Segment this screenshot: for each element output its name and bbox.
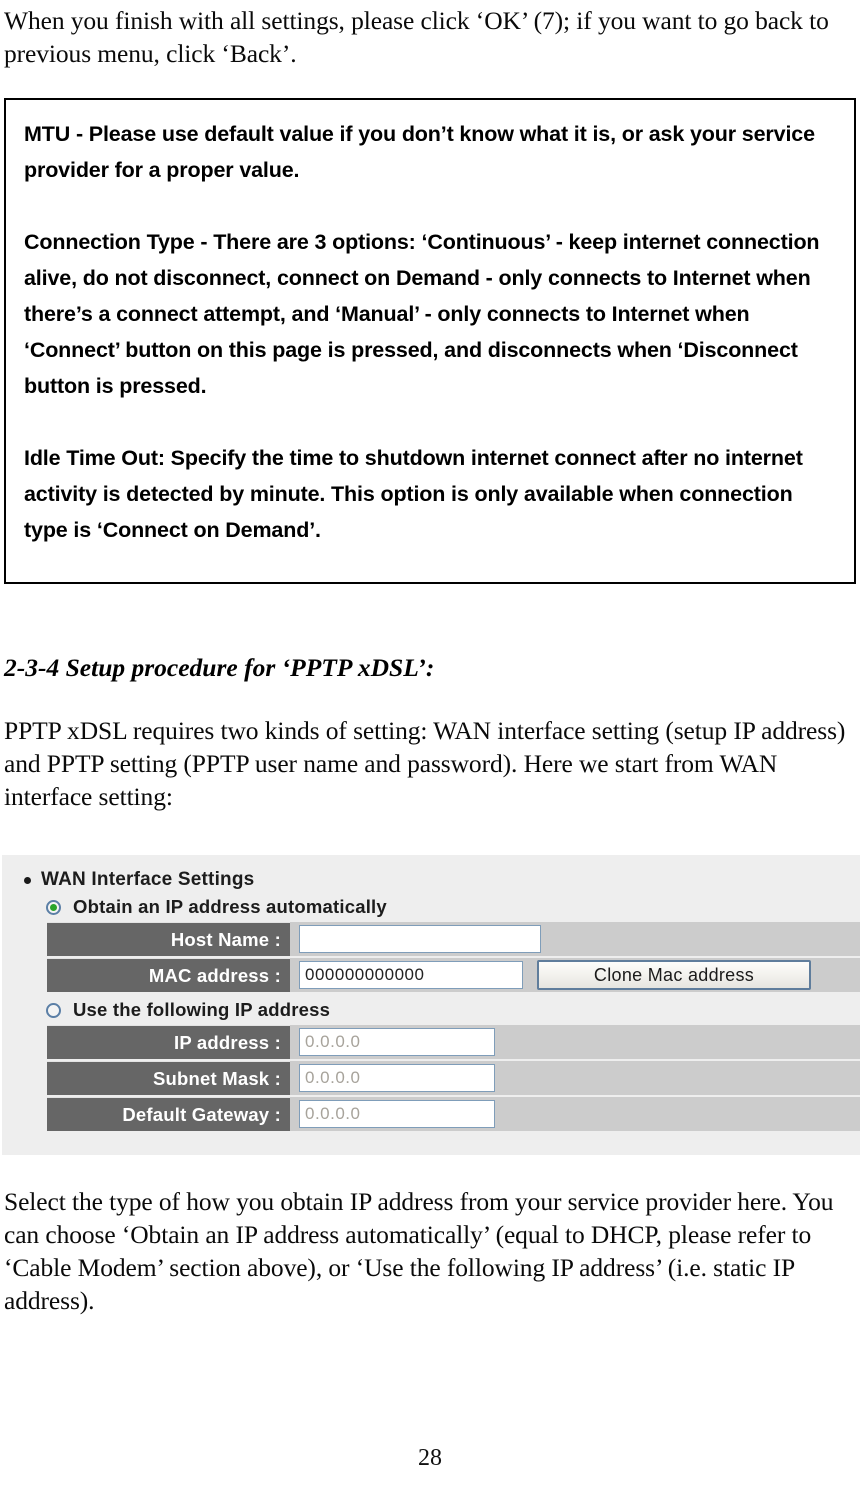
wan-interface-settings-title: WAN Interface Settings	[41, 869, 255, 890]
default-gateway-label: Default Gateway :	[47, 1097, 290, 1131]
note-gap-2	[24, 404, 836, 440]
section-heading: 2-3-4 Setup procedure for ‘PPTP xDSL’:	[4, 653, 435, 682]
table-row-default-gateway: Default Gateway : 0.0.0.0	[47, 1097, 860, 1133]
table-row-mac-address: MAC address : 000000000000 Clone Mac add…	[47, 958, 860, 994]
default-gateway-input[interactable]: 0.0.0.0	[299, 1100, 495, 1128]
bullet-icon	[24, 876, 31, 884]
subnet-mask-input[interactable]: 0.0.0.0	[299, 1064, 495, 1092]
radio-use-following-ip-label: Use the following IP address	[73, 999, 331, 1020]
note-mtu: MTU - Please use default value if you do…	[24, 122, 815, 182]
ip-address-field-cell: 0.0.0.0	[290, 1025, 860, 1059]
host-name-field-cell	[290, 922, 860, 956]
host-name-label: Host Name :	[47, 922, 290, 956]
radio-obtain-ip-automatically-label: Obtain an IP address automatically	[73, 896, 387, 917]
clone-mac-address-button[interactable]: Clone Mac address	[537, 960, 811, 990]
subnet-mask-field-cell: 0.0.0.0	[290, 1061, 860, 1095]
ip-address-label: IP address :	[47, 1025, 290, 1059]
closing-paragraph: Select the type of how you obtain IP add…	[4, 1187, 834, 1315]
document-page: When you finish with all settings, pleas…	[0, 0, 860, 1486]
mac-address-input[interactable]: 000000000000	[299, 961, 523, 989]
host-name-input[interactable]	[299, 925, 541, 953]
note-box: MTU - Please use default value if you do…	[4, 98, 856, 584]
radio-use-following-ip[interactable]: Use the following IP address	[2, 994, 860, 1025]
note-idle-time-out: Idle Time Out: Specify the time to shutd…	[24, 446, 803, 542]
note-connection-type: Connection Type - There are 3 options: ‘…	[24, 230, 820, 398]
radio-selected-icon[interactable]	[46, 899, 61, 915]
page-number: 28	[418, 1445, 442, 1471]
table-row-subnet-mask: Subnet Mask : 0.0.0.0	[47, 1061, 860, 1097]
radio-obtain-ip-automatically[interactable]: Obtain an IP address automatically	[2, 891, 860, 922]
table-row-host-name: Host Name :	[47, 922, 860, 958]
note-gap-1	[24, 188, 836, 224]
intro-paragraph: When you finish with all settings, pleas…	[4, 6, 829, 68]
subnet-mask-label: Subnet Mask :	[47, 1061, 290, 1095]
ip-address-input[interactable]: 0.0.0.0	[299, 1028, 495, 1056]
section-paragraph: PPTP xDSL requires two kinds of setting:…	[4, 716, 846, 811]
default-gateway-field-cell: 0.0.0.0	[290, 1097, 860, 1131]
wan-interface-settings-group: WAN Interface Settings	[2, 867, 860, 891]
radio-unselected-icon[interactable]	[46, 1002, 61, 1018]
router-wan-settings-screenshot: WAN Interface Settings Obtain an IP addr…	[2, 855, 860, 1155]
table-row-ip-address: IP address : 0.0.0.0	[47, 1025, 860, 1061]
mac-address-field-cell: 000000000000 Clone Mac address	[290, 958, 860, 992]
mac-address-label: MAC address :	[47, 958, 290, 992]
